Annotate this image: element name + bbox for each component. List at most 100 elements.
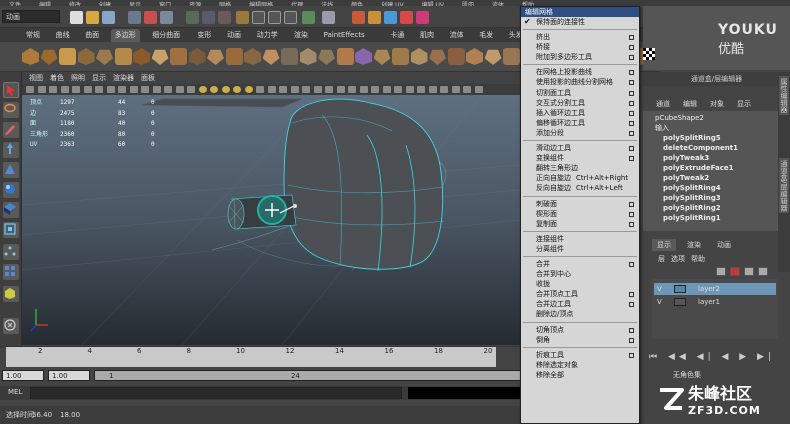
layout-outliner-icon[interactable] — [3, 286, 19, 302]
shelf-tab[interactable]: 动力学 — [253, 29, 282, 42]
shelf-tab[interactable]: 流体 — [446, 29, 468, 42]
option-box-icon[interactable] — [629, 292, 634, 298]
save-scene-icon[interactable] — [102, 11, 115, 24]
menu-item[interactable]: 附加到多边形工具 — [521, 52, 639, 62]
menu-item[interactable]: 合并 — [521, 259, 639, 269]
viewport-tool-icon[interactable] — [417, 86, 425, 93]
menu-item[interactable]: 滑动边工具 — [521, 143, 639, 153]
make-live-icon[interactable] — [302, 11, 315, 24]
3d-viewport[interactable]: 顶点 1297 44 0 边 2475 83 0 面 1180 40 0 三角形 2360 80 0 UV 236… — [22, 95, 520, 345]
menu-item[interactable]: 使用投影的曲线分割网格 — [521, 77, 639, 87]
history-node[interactable]: deleteComponent1 — [655, 143, 778, 153]
viewport-tool-icon[interactable] — [95, 86, 103, 93]
shelf-tab[interactable]: 常规 — [22, 29, 44, 42]
shelf-tool-icon[interactable] — [392, 48, 409, 65]
shelf-tab[interactable]: 卡通 — [386, 29, 408, 42]
start-time-field[interactable]: 1.00 — [2, 370, 44, 381]
layer-name[interactable]: layer1 — [698, 296, 720, 308]
shelf-tool-icon[interactable] — [281, 48, 298, 65]
viewport-menu-item[interactable]: 着色 — [50, 72, 64, 84]
channel-box-list[interactable]: pCubeShape2 输入 polySplitRing5 deleteCompo… — [643, 111, 778, 231]
playback-controls[interactable]: ⏮ ◀◀ ◀| ◀ ▶ ▶| ▶▶ ⏭ — [643, 347, 790, 382]
snap-point-icon[interactable] — [268, 11, 281, 24]
option-box-icon[interactable] — [629, 211, 634, 217]
viewport-menu-item[interactable]: 照明 — [71, 72, 85, 84]
ipr-render-icon[interactable] — [368, 11, 381, 24]
viewport-tool-icon[interactable] — [83, 86, 92, 93]
playback-start-field[interactable]: 1.00 — [48, 370, 90, 381]
shelf-tool-icon[interactable] — [447, 48, 465, 65]
viewport-tool-icon[interactable] — [152, 86, 161, 93]
shelf-tool-icon[interactable] — [151, 49, 169, 65]
viewport-tool-icon[interactable] — [474, 86, 483, 93]
shelf-tab[interactable]: 毛发 — [475, 29, 497, 42]
shelf-tab[interactable]: 曲线 — [52, 29, 74, 42]
layer-tab[interactable]: 渲染 — [682, 239, 706, 251]
menu-item[interactable]: 楔形面 — [521, 209, 639, 219]
menu-item[interactable]: 挤出 — [521, 32, 639, 42]
mask-vertex-icon[interactable] — [186, 11, 199, 24]
render-icon[interactable] — [352, 11, 365, 24]
object-name[interactable]: pCubeShape2 — [655, 113, 778, 123]
shelf-tab[interactable]: 曲面 — [81, 29, 103, 42]
layout-four-icon[interactable] — [3, 264, 19, 280]
option-box-icon[interactable] — [629, 261, 634, 267]
option-box-icon[interactable] — [629, 327, 634, 333]
shelf-tool-icon[interactable] — [96, 49, 113, 65]
viewport-tool-icon[interactable] — [394, 86, 402, 93]
layer-visibility-toggle[interactable]: V — [657, 296, 662, 308]
layer-color-swatch[interactable] — [674, 285, 686, 293]
option-box-icon[interactable] — [629, 120, 634, 126]
viewport-tool-icon[interactable] — [371, 86, 379, 93]
mask-edge-icon[interactable] — [202, 11, 215, 24]
move-layer-up-icon[interactable] — [744, 267, 754, 276]
paint-select-icon[interactable] — [3, 122, 19, 138]
shelf-tool-icon[interactable] — [262, 49, 280, 65]
render-view-icon[interactable] — [416, 11, 429, 24]
menu-item[interactable]: 合并顶点工具 — [521, 289, 639, 299]
viewport-tool-icon[interactable] — [26, 86, 34, 93]
layer-color-swatch[interactable] — [674, 298, 686, 306]
viewport-tool-icon[interactable] — [37, 86, 46, 93]
history-node[interactable]: polyExtrudeFace1 — [655, 163, 778, 173]
menu-item[interactable]: 正向自旋边 Ctrl+Alt+Right — [521, 173, 639, 183]
history-node[interactable]: polySplitRing4 — [655, 183, 778, 193]
shelf-tool-icon[interactable] — [373, 49, 391, 65]
viewport-tool-icon[interactable] — [129, 86, 138, 93]
viewport-tool-icon[interactable] — [336, 86, 345, 93]
layer-name[interactable]: layer2 — [698, 283, 720, 295]
viewport-tool-icon[interactable] — [302, 86, 310, 93]
option-box-icon[interactable] — [629, 45, 634, 51]
layer-tab[interactable]: 显示 — [652, 239, 676, 251]
layer-row[interactable]: Vlayer2 — [654, 283, 776, 295]
menu-item[interactable]: 翻转三角形边 — [521, 163, 639, 173]
viewport-tool-icon[interactable] — [313, 86, 322, 93]
option-box-icon[interactable] — [629, 337, 634, 343]
shelf-tool-icon[interactable] — [133, 48, 150, 65]
menu-item[interactable]: 合并到中心 — [521, 269, 639, 279]
viewport-tool-icon[interactable] — [141, 86, 149, 93]
viewport-tool-icon[interactable] — [233, 86, 241, 93]
option-box-icon[interactable] — [629, 201, 634, 207]
menu-item[interactable]: ✔ 保持面的连接性 — [521, 17, 639, 27]
snap-grid-icon[interactable] — [236, 11, 249, 24]
viewport-tool-icon[interactable] — [221, 86, 230, 93]
viewport-tool-icon[interactable] — [359, 86, 368, 93]
menu-item[interactable]: 切割面工具 — [521, 88, 639, 98]
shelf-tool-icon[interactable] — [40, 49, 58, 65]
menu-item[interactable]: 在网格上投影曲线 — [521, 67, 639, 77]
menu-item[interactable]: 折痕工具 — [521, 350, 639, 360]
channel-box-menu-item[interactable]: 通道 — [656, 100, 670, 108]
shelf-tool-icon[interactable] — [318, 49, 335, 65]
shelf-tool-icon[interactable] — [466, 48, 483, 65]
history-icon[interactable] — [322, 11, 335, 24]
channel-box-menu-item[interactable]: 编辑 — [683, 100, 697, 108]
option-box-icon[interactable] — [629, 352, 634, 358]
viewport-tool-icon[interactable] — [290, 86, 299, 93]
menu-item[interactable]: 桥接 — [521, 42, 639, 52]
viewport-tool-icon[interactable] — [175, 86, 184, 93]
viewport-tool-icon[interactable] — [49, 86, 57, 93]
shelf-tool-icon[interactable] — [355, 48, 372, 65]
shelf-tab[interactable]: 渲染 — [290, 29, 312, 42]
open-scene-icon[interactable] — [86, 11, 99, 24]
